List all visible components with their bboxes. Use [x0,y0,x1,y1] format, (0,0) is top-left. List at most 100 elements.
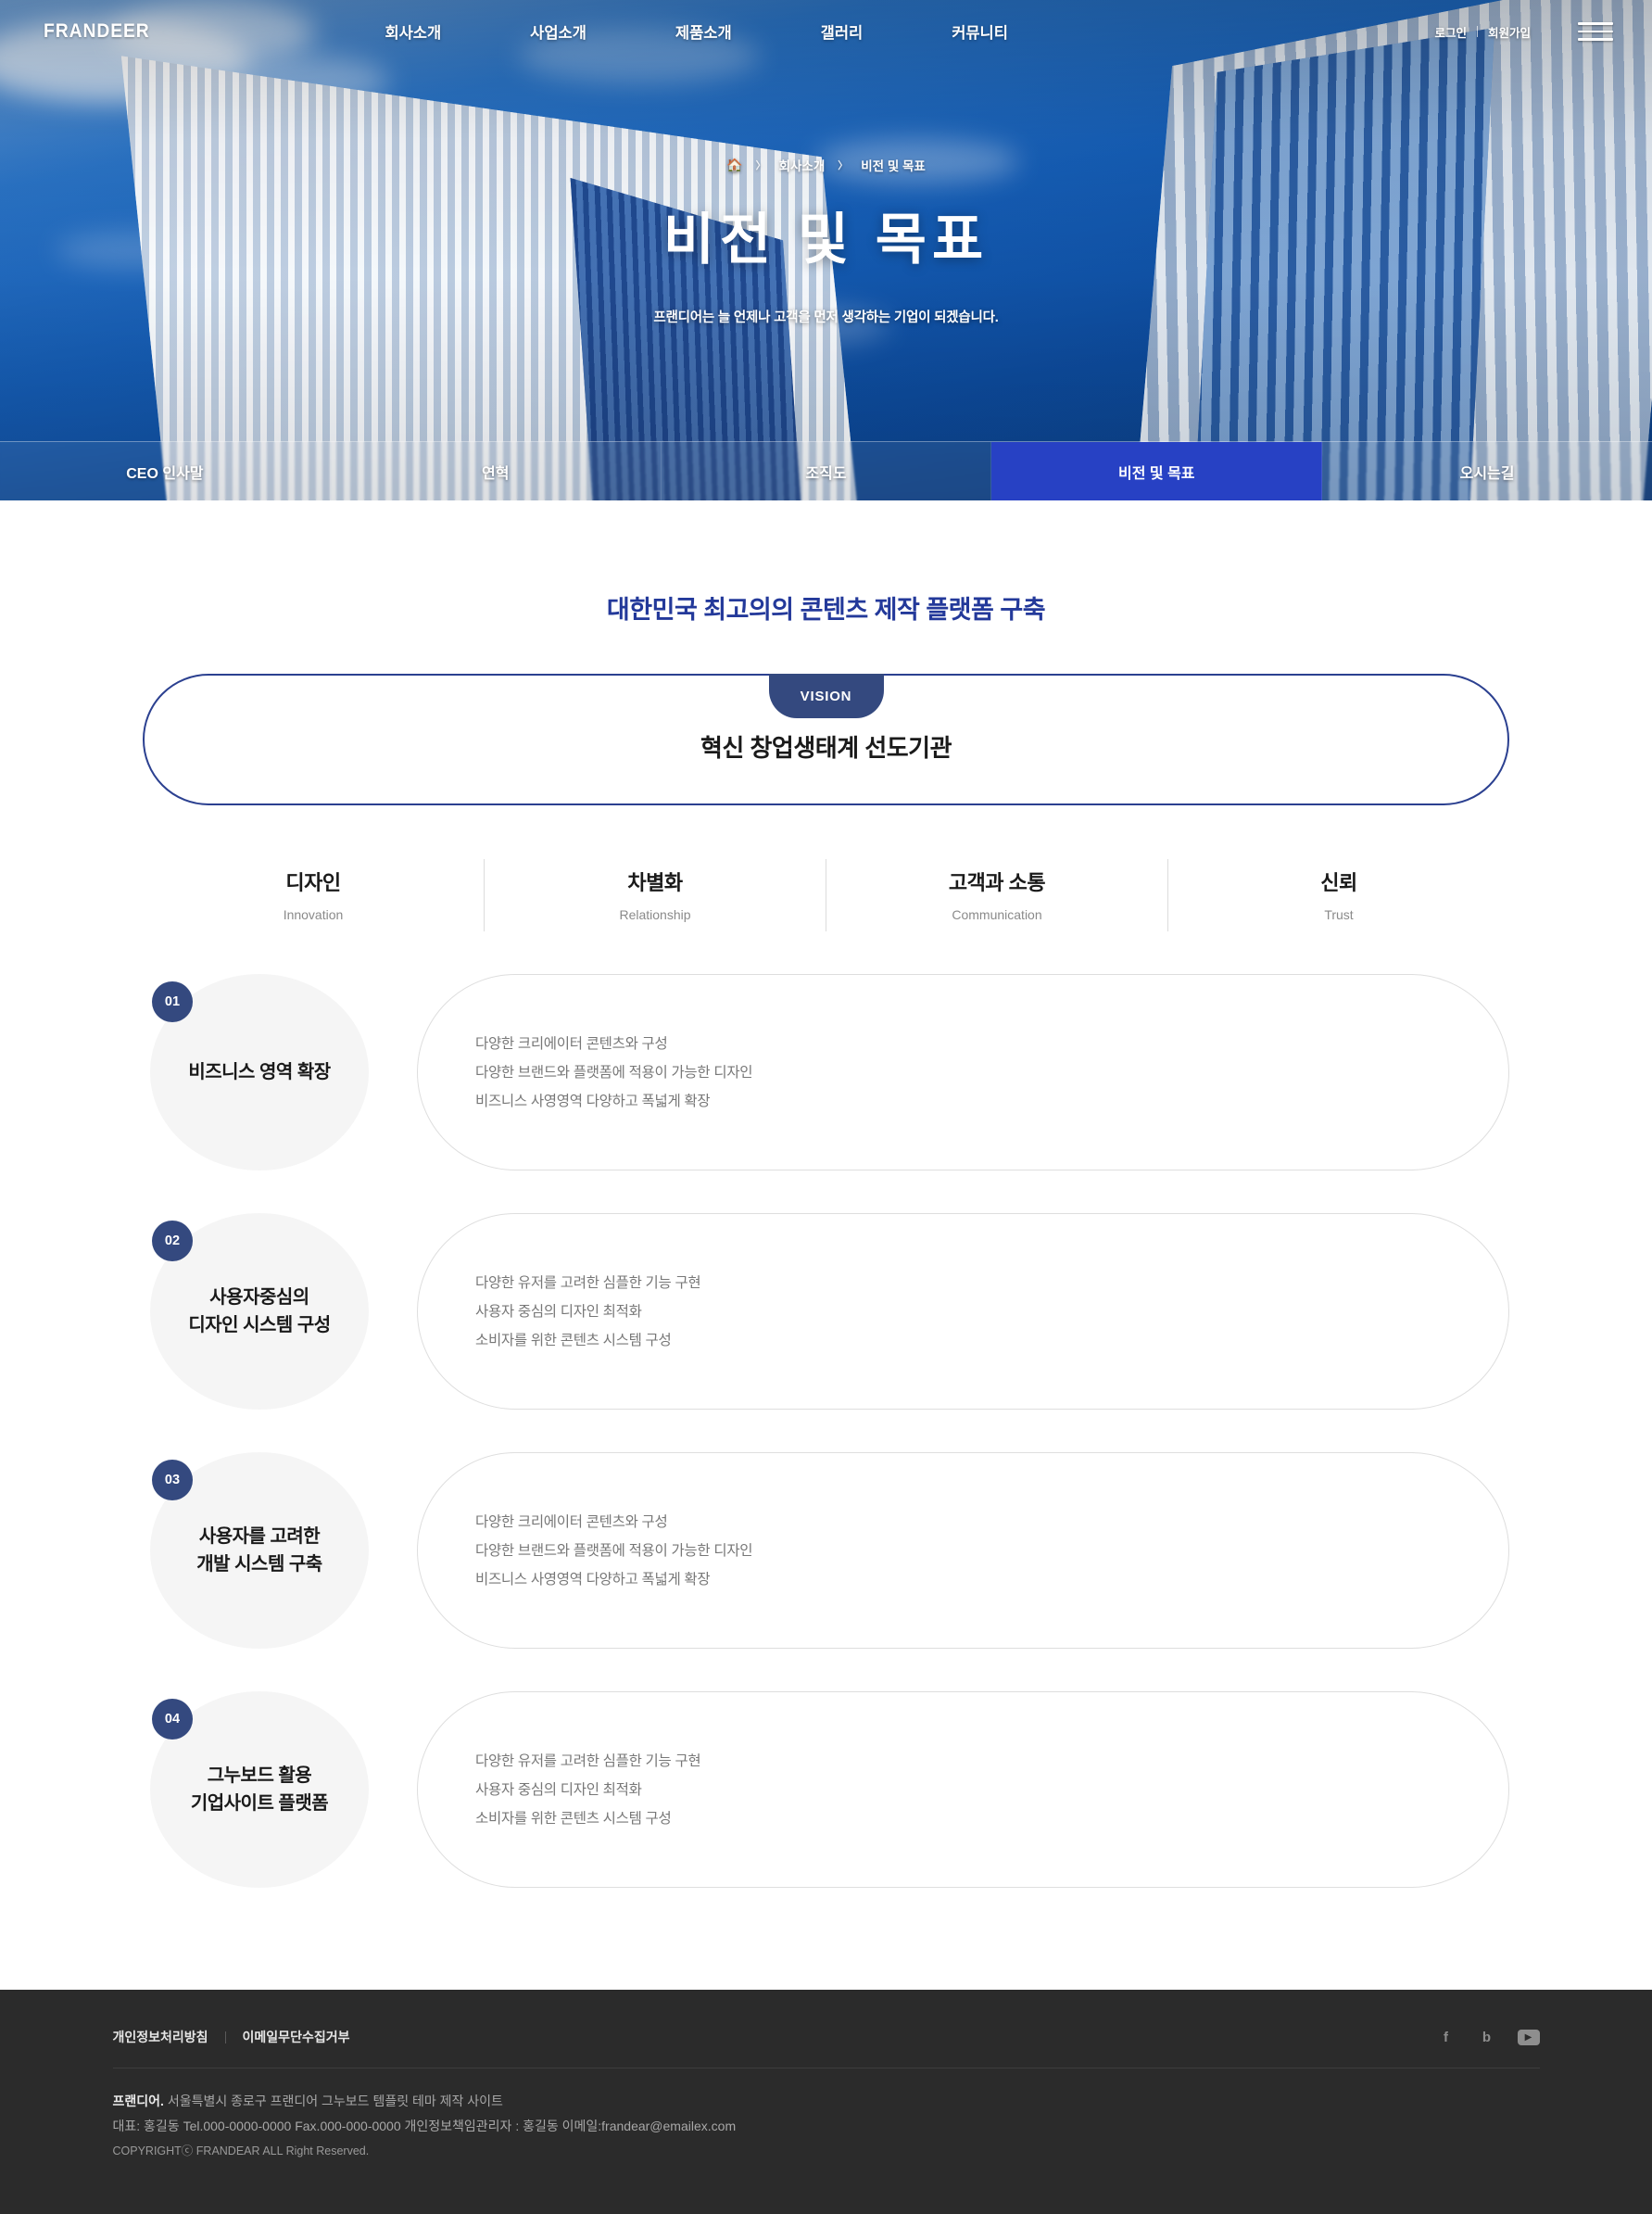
value-label-en: Trust [1324,907,1354,922]
sub-tab-bar: CEO 인사말 연혁 조직도 비전 및 목표 오시는길 [0,441,1652,500]
goal-item-description-card: 다양한 크리에이터 콘텐츠와 구성 다양한 브랜드와 플랫폼에 적용이 가능한 … [417,1452,1509,1649]
footer-copyright: COPYRIGHTⓒ FRANDEAR ALL Right Reserved. [112,2144,370,2157]
goal-item-description-card: 다양한 유저를 고려한 심플한 기능 구현 사용자 중심의 디자인 최적화 소비… [417,1691,1509,1888]
goal-item-circle: 04 그누보드 활용 기업사이트 플랫폼 [150,1691,369,1888]
tab-organization[interactable]: 조직도 [662,442,992,500]
goal-item-label: 비즈니스 영역 확장 [188,1058,331,1086]
goal-description-line: 비즈니스 사영영역 다양하고 폭넓게 확장 [475,1571,711,1588]
core-values-row: 디자인 Innovation 차별화 Relationship 고객과 소통 C… [143,859,1509,931]
vision-statement: 혁신 창업생태계 선도기관 [700,733,952,762]
tab-ceo-greeting[interactable]: CEO 인사말 [0,442,331,500]
main-content: 대한민국 최고의의 콘텐츠 제작 플랫폼 구축 VISION 혁신 창업생태계 … [0,500,1652,1990]
goal-item-description-card: 다양한 유저를 고려한 심플한 기능 구현 사용자 중심의 디자인 최적화 소비… [417,1213,1509,1410]
signup-link[interactable]: 회원가입 [1478,23,1541,41]
goal-item: 02 사용자중심의 디자인 시스템 구성 다양한 유저를 고려한 심플한 기능 … [143,1213,1509,1410]
footer-address-row: 프랜디어. 서울특별시 종로구 프랜디어 그누보드 템플릿 테마 제작 사이트 [113,2089,1540,2114]
value-label-en: Innovation [283,907,344,922]
value-item-communication: 고객과 소통 Communication [826,859,1168,931]
value-label-ko: 신뢰 [1320,871,1357,894]
goal-description-line: 소비자를 위한 콘텐츠 시스템 구성 [475,1810,672,1827]
hamburger-bar [1577,38,1613,41]
nav-item-community[interactable]: 커뮤니티 [907,20,1053,43]
vision-badge: VISION [768,674,884,718]
tab-history[interactable]: 연혁 [331,442,662,500]
social-links: f b ▶ [1436,2027,1540,2047]
hamburger-bar [1577,30,1613,33]
hamburger-bar [1577,22,1613,25]
goal-item-label-line1: 비즈니스 영역 확장 [188,1062,331,1082]
tab-directions[interactable]: 오시는길 [1322,442,1652,500]
goal-item-number: 04 [152,1699,193,1740]
goal-item-label-line1: 사용자를 고려한 [198,1526,321,1547]
blog-icon[interactable]: b [1477,2027,1497,2047]
nav-item-product[interactable]: 제품소개 [631,20,776,43]
goal-item: 04 그누보드 활용 기업사이트 플랫폼 다양한 유저를 고려한 심플한 기능 … [143,1691,1509,1888]
footer-company-name: 프랜디어. [112,2094,164,2108]
footer-link-divider [224,2031,226,2043]
goal-description-line: 다양한 유저를 고려한 심플한 기능 구현 [475,1752,701,1769]
goal-item-label-line1: 그누보드 활용 [207,1765,312,1786]
goal-item-number: 01 [152,981,193,1022]
value-item-trust: 신뢰 Trust [1168,859,1509,931]
nav-item-gallery[interactable]: 갤러리 [776,20,908,43]
facebook-icon[interactable]: f [1436,2027,1457,2047]
site-logo[interactable]: FRANDEER [44,20,150,43]
goal-item-description-card: 다양한 크리에이터 콘텐츠와 구성 다양한 브랜드와 플랫폼에 적용이 가능한 … [417,974,1509,1170]
breadcrumb-separator: 〉 [755,160,766,171]
login-link[interactable]: 로그인 [1424,23,1477,41]
footer-links: 개인정보처리방침 이메일무단수집거부 [113,2028,367,2046]
goal-description-line: 비즈니스 사영영역 다양하고 폭넓게 확장 [475,1093,711,1109]
goal-item-number: 02 [152,1221,193,1261]
goal-items-list: 01 비즈니스 영역 확장 다양한 크리에이터 콘텐츠와 구성 다양한 브랜드와… [143,974,1509,1888]
goal-item-circle: 02 사용자중심의 디자인 시스템 구성 [150,1213,369,1410]
value-label-en: Relationship [619,907,691,922]
goal-description-line: 사용자 중심의 디자인 최적화 [475,1781,642,1798]
goal-item-label-line2: 디자인 시스템 구성 [188,1315,331,1335]
goal-item-circle: 03 사용자를 고려한 개발 시스템 구축 [150,1452,369,1649]
value-label-ko: 고객과 소통 [948,871,1046,894]
section-title: 대한민국 최고의의 콘텐츠 제작 플랫폼 구축 [606,596,1046,624]
value-item-differentiation: 차별화 Relationship [485,859,826,931]
goal-item: 03 사용자를 고려한 개발 시스템 구축 다양한 크리에이터 콘텐츠와 구성 … [143,1452,1509,1649]
goal-description-line: 사용자 중심의 디자인 최적화 [475,1303,642,1320]
goal-item-label-line1: 사용자중심의 [209,1287,309,1308]
value-label-ko: 디자인 [285,871,341,894]
nav-item-business[interactable]: 사업소개 [486,20,631,43]
tab-vision-goals[interactable]: 비전 및 목표 [991,442,1323,500]
goal-description-line: 다양한 크리에이터 콘텐츠와 구성 [475,1513,668,1530]
breadcrumb-item-company[interactable]: 회사소개 [779,156,826,174]
goal-item-label-line2: 기업사이트 플랫폼 [190,1793,329,1814]
goal-item: 01 비즈니스 영역 확장 다양한 크리에이터 콘텐츠와 구성 다양한 브랜드와… [143,974,1509,1170]
value-label-en: Communication [952,907,1042,922]
goal-description-line: 다양한 브랜드와 플랫폼에 적용이 가능한 디자인 [475,1064,753,1081]
footer-top-row: 개인정보처리방침 이메일무단수집거부 f b ▶ [112,2027,1540,2069]
footer-link-privacy[interactable]: 개인정보처리방침 [113,2028,225,2046]
goal-item-circle: 01 비즈니스 영역 확장 [150,974,369,1170]
hamburger-menu-icon[interactable] [1577,17,1613,46]
footer-contact: 대표: 홍길동 Tel.000-0000-0000 Fax.000-000-00… [112,2119,737,2134]
home-icon[interactable]: 🏠 [726,158,742,171]
value-label-ko: 차별화 [627,871,683,894]
footer-link-email-refusal[interactable]: 이메일무단수집거부 [243,2028,367,2046]
hero-content: 🏠 〉 회사소개 〉 비전 및 목표 비전 및 목표 프랜디어는 늘 언제나 고… [0,156,1652,326]
page-subtitle: 프랜디어는 늘 언제나 고객을 먼저 생각하는 기업이 되겠습니다. [653,310,999,325]
breadcrumb: 🏠 〉 회사소개 〉 비전 및 목표 [0,156,1652,174]
goal-item-label: 그누보드 활용 기업사이트 플랫폼 [190,1762,329,1817]
main-navigation: 회사소개 사업소개 제품소개 갤러리 커뮤니티 [340,20,1052,43]
hero-banner: FRANDEER 회사소개 사업소개 제품소개 갤러리 커뮤니티 로그인 회원가… [0,0,1652,500]
goal-item-label-line2: 개발 시스템 구축 [196,1554,322,1575]
breadcrumb-separator: 〉 [838,160,849,171]
goal-item-label: 사용자중심의 디자인 시스템 구성 [188,1284,331,1339]
goal-description-line: 소비자를 위한 콘텐츠 시스템 구성 [475,1332,672,1348]
value-item-design: 디자인 Innovation [143,859,485,931]
goal-description-line: 다양한 브랜드와 플랫폼에 적용이 가능한 디자인 [475,1542,753,1559]
footer-company-info: 프랜디어. 서울특별시 종로구 프랜디어 그누보드 템플릿 테마 제작 사이트 … [113,2069,1540,2162]
site-footer: 개인정보처리방침 이메일무단수집거부 f b ▶ 프랜디어. 서울특별시 종로구… [0,1990,1652,2214]
youtube-icon[interactable]: ▶ [1517,2029,1540,2045]
nav-item-company[interactable]: 회사소개 [340,20,486,43]
breadcrumb-item-current: 비전 및 목표 [861,159,926,173]
top-navigation-bar: FRANDEER 회사소개 사업소개 제품소개 갤러리 커뮤니티 로그인 회원가… [0,0,1652,63]
footer-address: 서울특별시 종로구 프랜디어 그누보드 템플릿 테마 제작 사이트 [167,2094,503,2108]
goal-description-line: 다양한 크리에이터 콘텐츠와 구성 [475,1035,668,1052]
page-title: 비전 및 목표 [662,209,990,271]
